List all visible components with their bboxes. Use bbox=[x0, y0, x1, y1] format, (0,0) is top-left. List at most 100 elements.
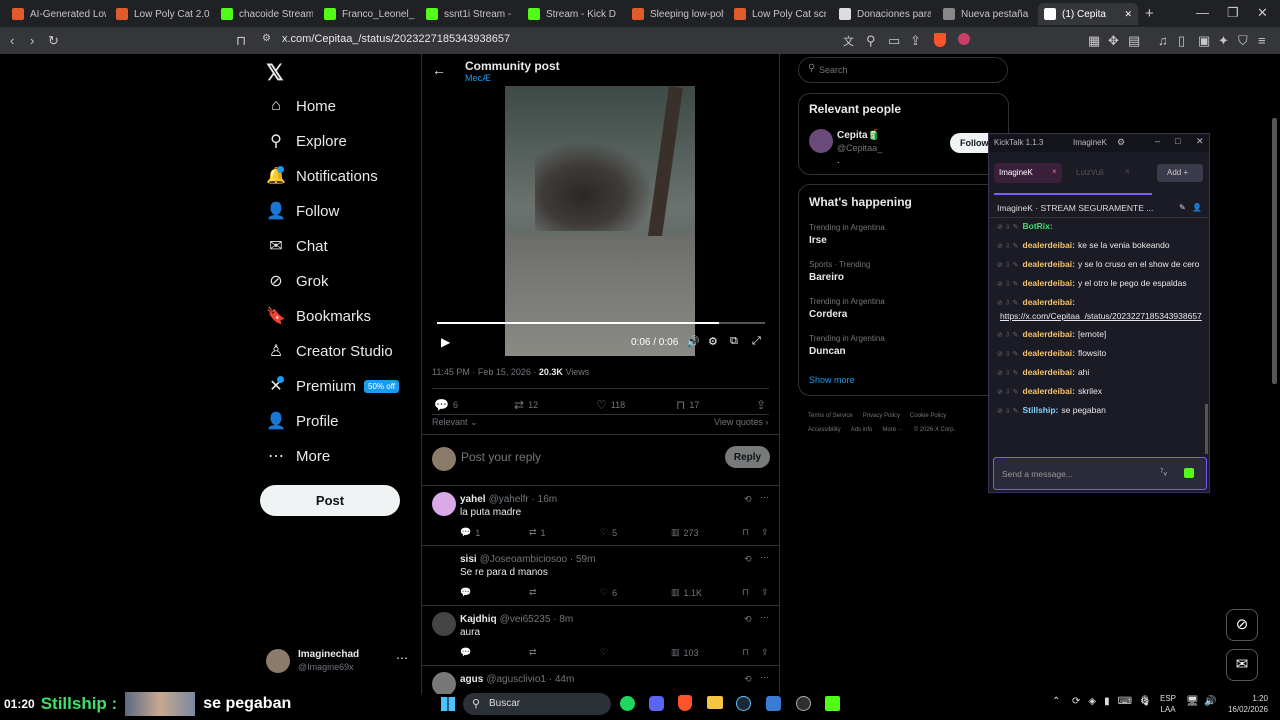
chat-username[interactable]: BotRix: bbox=[1023, 221, 1053, 231]
share-action[interactable]: ⇪ bbox=[756, 398, 766, 412]
grok-explain-icon[interactable]: ⟲ bbox=[744, 614, 752, 625]
reply-more-icon[interactable]: ⋯ bbox=[760, 612, 769, 623]
nav-item-more[interactable]: ⋯ More bbox=[266, 441, 330, 471]
mod-actions-icon[interactable]: ⊘ ⇩ ✎ bbox=[997, 332, 1019, 339]
trend-item[interactable]: Trending in Argentina Cordera bbox=[809, 297, 885, 320]
mod-actions-icon[interactable]: ⊘ ⇩ ✎ bbox=[997, 408, 1019, 415]
network-icon[interactable]: 🖥 bbox=[1186, 696, 1199, 707]
grok-explain-icon[interactable]: ⟲ bbox=[744, 674, 752, 685]
video-progress-track[interactable] bbox=[437, 322, 765, 324]
account-more-icon[interactable]: ⋯ bbox=[396, 651, 408, 665]
chat-username[interactable]: dealerdeibai: bbox=[1023, 386, 1075, 396]
mod-actions-icon[interactable]: ⊘ ⇩ ✎ bbox=[997, 224, 1019, 231]
sort-dropdown[interactable]: Relevant ⌄ bbox=[432, 417, 478, 428]
language-indicator[interactable]: ESP LAA bbox=[1160, 693, 1176, 715]
browser-tab[interactable]: Franco_Leonel_ bbox=[318, 3, 416, 25]
reply-views-action[interactable]: ▥ 1.1K bbox=[671, 587, 702, 598]
mod-actions-icon[interactable]: ⊘ ⇩ ✎ bbox=[997, 262, 1019, 269]
translate-icon[interactable]: 文 bbox=[843, 33, 854, 49]
bookmark-page-icon[interactable]: ⊓ bbox=[236, 33, 246, 49]
share-icon[interactable]: ⇪ bbox=[761, 527, 769, 538]
nav-item-follow[interactable]: 👤 Follow bbox=[266, 196, 339, 226]
trend-item[interactable]: Sports · Trending Bareiro bbox=[809, 260, 870, 283]
reply-views-action[interactable]: ▥ 103 bbox=[671, 647, 699, 658]
reload-icon[interactable]: ↻ bbox=[48, 33, 59, 49]
tab-close-icon[interactable]: ✕ bbox=[1124, 9, 1132, 20]
kicktalk-max-icon[interactable]: □ bbox=[1175, 136, 1180, 146]
bookmark-icon[interactable]: ⊓ bbox=[742, 587, 749, 598]
brave-shield-icon[interactable] bbox=[934, 33, 946, 47]
browser-tab[interactable]: Nueva pestaña bbox=[937, 3, 1031, 25]
menu-icon[interactable]: ≡ bbox=[1258, 33, 1266, 48]
nav-item-explore[interactable]: ⚲ Explore bbox=[266, 126, 347, 156]
browser-tab[interactable]: Low Poly Cat scratc bbox=[728, 3, 826, 25]
x-logo-icon[interactable]: 𝕏 bbox=[266, 60, 284, 86]
nav-item-home[interactable]: ⌂ Home bbox=[266, 91, 336, 121]
video-player[interactable]: ▶ 0:06 / 0:06 🔊 ⚙ ⧉ ⤢ bbox=[432, 86, 770, 356]
browser-tab[interactable]: ssnt1i Stream - bbox=[420, 3, 518, 25]
volume-icon[interactable]: 🔊 bbox=[686, 335, 700, 348]
chat-username[interactable]: dealerdeibai: bbox=[1023, 259, 1075, 269]
chat-username[interactable]: dealerdeibai: bbox=[1023, 329, 1075, 339]
url-text[interactable]: x.com/Cepitaa_/status/202322718534393865… bbox=[282, 33, 510, 45]
reply-item[interactable]: sisi @Joseoambiciosoo · 59m Se re para d m… bbox=[422, 546, 779, 606]
reply-author[interactable]: Kajdhiq @vei65235 · 8m bbox=[460, 614, 573, 625]
kicktalk-tab[interactable]: LuizVuli × bbox=[1069, 163, 1137, 183]
tray-chevron-icon[interactable]: ⌃ bbox=[1052, 696, 1060, 707]
zoom-icon[interactable]: ⚲ bbox=[866, 33, 876, 49]
reply-more-icon[interactable]: ⋯ bbox=[760, 672, 769, 683]
grok-float-button[interactable]: ⊘ bbox=[1226, 609, 1258, 641]
browser-tab[interactable]: (1) Cepita ✕ bbox=[1038, 3, 1138, 25]
back-arrow-icon[interactable]: ← bbox=[432, 62, 446, 78]
trend-item[interactable]: Trending in Argentina Irse bbox=[809, 223, 885, 246]
share-icon[interactable]: ⇪ bbox=[910, 33, 921, 49]
mic-icon[interactable]: 🎙 bbox=[1139, 696, 1152, 707]
chat-scrollbar[interactable] bbox=[1205, 404, 1208, 454]
page-scrollbar[interactable] bbox=[1272, 118, 1277, 384]
nav-item-grok[interactable]: ⊘ Grok bbox=[266, 266, 328, 296]
emote-picker-icon[interactable]: ⁷ᵥ bbox=[1160, 467, 1167, 478]
obs-icon[interactable] bbox=[796, 696, 811, 711]
share-icon[interactable]: ⇪ bbox=[761, 587, 769, 598]
back-icon[interactable]: ‹ bbox=[10, 33, 14, 48]
reply-repost-action[interactable]: ⇄ 1 bbox=[529, 527, 546, 538]
footer-link[interactable]: © 2026 X Corp. bbox=[914, 427, 955, 433]
tab-close-icon[interactable]: × bbox=[1052, 167, 1057, 176]
reply-like-action[interactable]: ♡ bbox=[600, 647, 612, 658]
browser-tab[interactable]: Donaciones para in bbox=[833, 3, 931, 25]
post-button[interactable]: Post bbox=[260, 485, 400, 516]
maximize-button[interactable]: ❐ bbox=[1227, 5, 1239, 21]
reply-like-action[interactable]: ♡ 5 bbox=[600, 527, 617, 538]
taskbar-search[interactable]: ⚲ Buscar bbox=[463, 693, 611, 715]
reply-action[interactable]: 💬 6 bbox=[434, 398, 458, 412]
reply-reply-action[interactable]: 💬 bbox=[460, 647, 475, 658]
vpn-icon[interactable]: ⛉ bbox=[1238, 33, 1248, 49]
reply-item[interactable]: Kajdhiq @vei65235 · 8m aura ⟲ ⋯ 💬 ⇄ ♡ ▥ 103 ⊓ ⇪ bbox=[422, 606, 779, 666]
browser-tab[interactable]: Stream - Kick D bbox=[522, 3, 620, 25]
reply-input[interactable]: Post your reply bbox=[461, 450, 541, 464]
reply-avatar[interactable] bbox=[432, 492, 456, 516]
grok-explain-icon[interactable]: ⟲ bbox=[744, 554, 752, 565]
wallet-icon[interactable]: ▣ bbox=[1198, 33, 1210, 49]
reply-item[interactable]: yahel @yahelfr · 16m la puta madre ⟲ ⋯ 💬 1 ⇄ 1 ♡ 5… bbox=[422, 486, 779, 546]
site-settings-icon[interactable]: ⚙ bbox=[262, 33, 271, 44]
nav-item-notifications[interactable]: 🔔 Notifications bbox=[266, 161, 378, 191]
media-icon[interactable]: ♫ bbox=[1158, 33, 1168, 48]
nav-item-profile[interactable]: 👤 Profile bbox=[266, 406, 339, 436]
chat-username[interactable]: dealerdeibai: bbox=[1023, 297, 1075, 307]
kicktalk-tab-active[interactable]: ImagineK × bbox=[994, 163, 1062, 183]
reply-author[interactable]: agus @agusclivio1 · 44m bbox=[460, 674, 574, 685]
chat-username[interactable]: dealerdeibai: bbox=[1023, 348, 1075, 358]
footer-link[interactable]: Cookie Policy bbox=[910, 413, 946, 419]
mod-actions-icon[interactable]: ⊘ ⇩ ✎ bbox=[997, 300, 1019, 307]
users-icon[interactable]: 👤 bbox=[1192, 203, 1202, 212]
brave-rewards-icon[interactable] bbox=[958, 33, 970, 45]
grok-explain-icon[interactable]: ⟲ bbox=[744, 494, 752, 505]
kicktalk-min-icon[interactable]: – bbox=[1155, 136, 1160, 146]
repost-action[interactable]: ⇄ 12 bbox=[514, 398, 538, 412]
footer-link[interactable]: Ads info bbox=[851, 427, 873, 433]
reply-reply-action[interactable]: 💬 1 bbox=[460, 527, 480, 538]
show-more-link[interactable]: Show more bbox=[809, 375, 855, 385]
reply-avatar[interactable] bbox=[432, 612, 456, 636]
cast-icon[interactable]: ▭ bbox=[888, 33, 900, 49]
